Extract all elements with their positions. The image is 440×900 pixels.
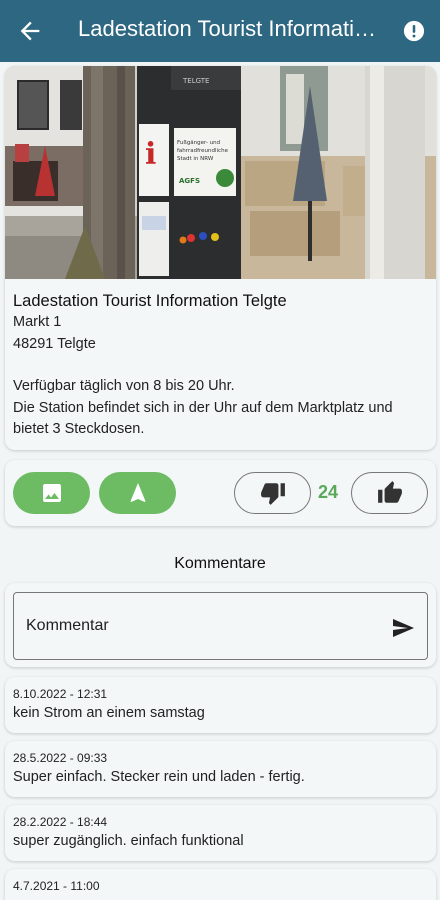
- comment-text: super zugänglich. einfach funktional: [13, 833, 244, 849]
- back-arrow-icon[interactable]: [16, 17, 44, 45]
- comment-input-placeholder: Kommentar: [26, 617, 109, 634]
- svg-text:i: i: [145, 137, 156, 172]
- thumbs-up-icon: [377, 481, 402, 503]
- comment-item: 4.7.2021 - 11:00: [5, 869, 436, 900]
- image-icon: [42, 484, 61, 502]
- comment-text: kein Strom an einem samstag: [13, 705, 205, 721]
- comment-text: Super einfach. Stecker rein und laden - …: [13, 769, 305, 785]
- comment-item: 28.2.2022 - 18:44 super zugänglich. einf…: [5, 805, 436, 861]
- comment-input-card: Kommentar: [5, 583, 436, 667]
- vote-count: 24: [318, 482, 339, 502]
- station-availability: Verfügbar täglich von 8 bis 20 Uhr.: [13, 378, 235, 394]
- comment-input[interactable]: Kommentar: [13, 592, 428, 660]
- comment-item: 28.5.2022 - 09:33 Super einfach. Stecker…: [5, 741, 436, 797]
- thumbs-down-icon: [260, 483, 285, 505]
- station-city: 48291 Telgte: [13, 335, 96, 352]
- station-name: Ladestation Tourist Information Telgte: [13, 292, 287, 310]
- send-icon[interactable]: [391, 616, 415, 640]
- thumbs-down-button[interactable]: [234, 472, 311, 514]
- comment-item: 8.10.2022 - 12:31 kein Strom an einem sa…: [5, 677, 436, 733]
- navigation-arrow-icon: [130, 483, 145, 502]
- svg-text:fahrradfreundliche: fahrradfreundliche: [177, 148, 229, 154]
- svg-text:Fußgänger- und: Fußgänger- und: [177, 140, 220, 146]
- svg-text:Stadt in NRW: Stadt in NRW: [177, 156, 214, 162]
- svg-text:AGFS: AGFS: [179, 177, 200, 185]
- station-photo-illustration: i Fußgänger- und fahrradfreundliche Stad…: [5, 66, 436, 279]
- svg-text:TELGTE: TELGTE: [182, 77, 209, 85]
- page-title: Ladestation Tourist Information Telgte: [78, 16, 378, 41]
- station-photo[interactable]: i Fußgänger- und fahrradfreundliche Stad…: [5, 66, 436, 279]
- station-details: Ladestation Tourist Information Telgte M…: [13, 290, 433, 441]
- station-street: Markt 1: [13, 314, 62, 330]
- comments-heading: Kommentare: [174, 555, 266, 572]
- station-description-line-1: Die Station befindet sich in der Uhr auf…: [13, 399, 393, 416]
- action-bar-card: 24: [5, 460, 436, 526]
- report-info-icon[interactable]: [403, 20, 425, 42]
- navigate-button[interactable]: [99, 472, 176, 514]
- station-info-card: i Fußgänger- und fahrradfreundliche Stad…: [5, 66, 436, 450]
- comment-date: 28.5.2022 - 09:33: [13, 751, 108, 765]
- comment-date: 4.7.2021 - 11:00: [13, 879, 100, 893]
- thumbs-up-button[interactable]: [351, 472, 428, 514]
- comment-date: 8.10.2022 - 12:31: [13, 687, 108, 701]
- station-description-line-2: bietet 3 Steckdosen.: [13, 421, 145, 437]
- app-bar: Ladestation Tourist Information Telgte: [0, 0, 440, 62]
- photo-button[interactable]: [13, 472, 90, 514]
- comment-date: 28.2.2022 - 18:44: [13, 815, 108, 829]
